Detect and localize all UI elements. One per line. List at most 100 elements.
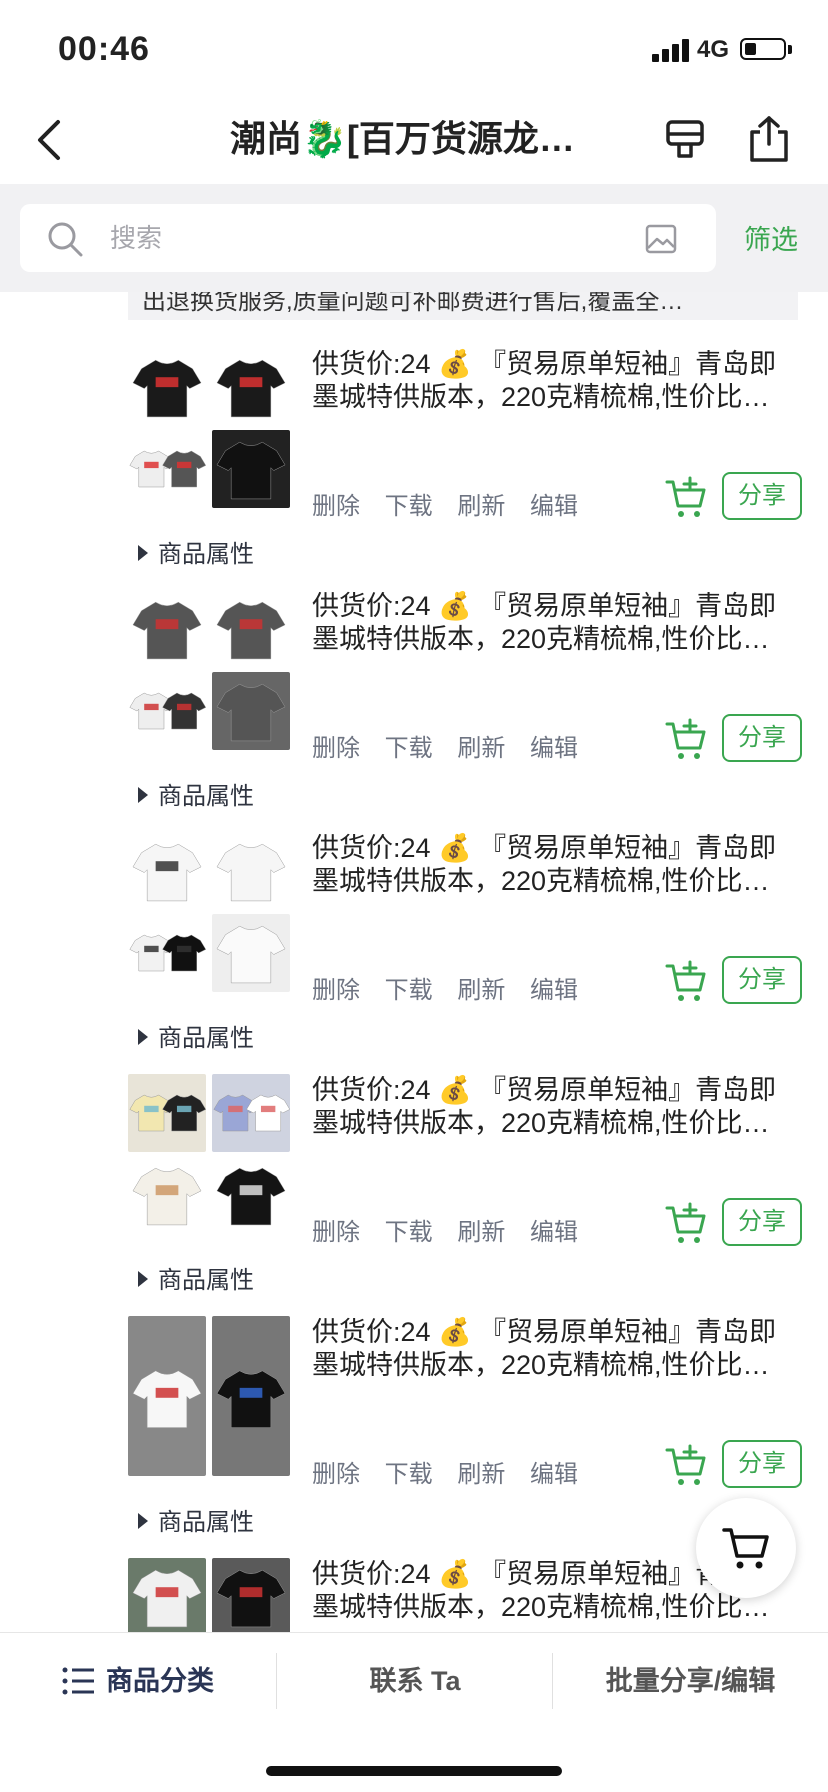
product-attributes-toggle[interactable]: 商品属性 bbox=[138, 1260, 254, 1295]
product-description[interactable]: 供货价:24 💰 『贸易原单短袖』青岛即 墨城特供版本，220克精梳棉,性价比… bbox=[312, 1316, 800, 1382]
delete-action[interactable]: 删除 bbox=[312, 1461, 360, 1488]
delete-action[interactable]: 删除 bbox=[312, 493, 360, 520]
edit-action[interactable]: 编辑 bbox=[530, 493, 578, 520]
nav-bar: 潮尚🐉[百万货源龙… bbox=[0, 96, 828, 184]
cart-add-icon[interactable] bbox=[664, 1202, 708, 1246]
product-thumbnail[interactable] bbox=[128, 914, 206, 992]
product-thumbnail[interactable] bbox=[128, 672, 206, 750]
edit-action[interactable]: 编辑 bbox=[530, 735, 578, 762]
floating-cart-button[interactable] bbox=[696, 1498, 796, 1598]
product-description[interactable]: 供货价:24 💰 『贸易原单短袖』青岛即 墨城特供版本，220克精梳棉,性价比… bbox=[312, 1074, 800, 1140]
share-button[interactable]: 分享 bbox=[722, 714, 802, 762]
refresh-action[interactable]: 刷新 bbox=[457, 1219, 505, 1246]
product-description[interactable]: 供货价:24 💰 『贸易原单短袖』青岛即 墨城特供版本，220克精梳棉,性价比… bbox=[312, 832, 800, 898]
product-description-line: 供货价:24 💰 『贸易原单短袖』青岛即 bbox=[312, 1317, 777, 1347]
download-action[interactable]: 下载 bbox=[385, 493, 433, 520]
search-icon bbox=[48, 222, 83, 257]
product-item[interactable]: 供货价:24 💰 『贸易原单短袖』青岛即 墨城特供版本，220克精梳棉,性价比…… bbox=[0, 332, 828, 574]
product-description-line: 墨城特供版本，220克精梳棉,性价比… bbox=[312, 866, 770, 896]
network-label: 4G bbox=[697, 36, 730, 63]
product-thumbnail[interactable] bbox=[212, 672, 290, 750]
product-thumbnail[interactable] bbox=[128, 1156, 206, 1234]
product-thumbnail[interactable] bbox=[128, 1074, 206, 1152]
caret-right-icon bbox=[138, 545, 148, 561]
bottom-tab-bar: 商品分类 联系 Ta 批量分享/编辑 bbox=[0, 1632, 828, 1729]
product-attributes-label: 商品属性 bbox=[158, 1267, 254, 1294]
product-description-line: 供货价:24 💰 『贸易原单短袖』青岛即 bbox=[312, 349, 777, 379]
product-thumbnail[interactable] bbox=[212, 914, 290, 992]
product-thumbnail[interactable] bbox=[212, 1156, 290, 1234]
product-description[interactable]: 供货价:24 💰 『贸易原单短袖』青岛即 墨城特供版本，220克精梳棉,性价比… bbox=[312, 348, 800, 414]
product-description-line: 墨城特供版本，220克精梳棉,性价比… bbox=[312, 1592, 770, 1622]
product-thumbnail[interactable] bbox=[212, 430, 290, 508]
delete-action[interactable]: 删除 bbox=[312, 977, 360, 1004]
product-thumbnail[interactable] bbox=[212, 1558, 290, 1632]
product-attributes-toggle[interactable]: 商品属性 bbox=[138, 776, 254, 811]
cart-add-icon[interactable] bbox=[664, 476, 708, 520]
cart-add-icon[interactable] bbox=[664, 1444, 708, 1488]
tab-category[interactable]: 商品分类 bbox=[0, 1633, 276, 1729]
product-thumbnail[interactable] bbox=[128, 832, 206, 910]
product-attributes-toggle[interactable]: 商品属性 bbox=[138, 534, 254, 569]
product-attributes-label: 商品属性 bbox=[158, 783, 254, 810]
product-item[interactable]: 供货价:24 💰 『贸易原单短袖』青岛即 墨城特供版本，220克精梳棉,性价比…… bbox=[0, 1058, 828, 1300]
product-attributes-label: 商品属性 bbox=[158, 1509, 254, 1536]
product-description[interactable]: 供货价:24 💰 『贸易原单短袖』青岛即 墨城特供版本，220克精梳棉,性价比… bbox=[312, 590, 800, 656]
list-icon bbox=[62, 1667, 94, 1695]
product-attributes-label: 商品属性 bbox=[158, 1025, 254, 1052]
product-actions: 删除 下载 刷新 编辑 bbox=[312, 486, 596, 521]
home-indicator bbox=[266, 1766, 562, 1776]
product-item[interactable]: 供货价:24 💰 『贸易原单短袖』青岛即 墨城特供版本，220克精梳棉,性价比…… bbox=[0, 574, 828, 816]
delete-action[interactable]: 删除 bbox=[312, 735, 360, 762]
product-list: 出退换货服务,质量问题可补邮费进行售后,覆盖全… 供货价:24 💰 『贸易原单短… bbox=[0, 292, 828, 1632]
refresh-action[interactable]: 刷新 bbox=[457, 735, 505, 762]
product-item[interactable]: 供货价:24 💰 『贸易原单短袖』青岛即 墨城特供版本，220克精梳棉,性价比…… bbox=[0, 816, 828, 1058]
tab-batch[interactable]: 批量分享/编辑 bbox=[553, 1633, 828, 1729]
product-item[interactable]: 供货价:24 💰 『贸易原单短袖』青岛即 墨城特供版本，220克精梳棉,性价比…… bbox=[0, 1300, 828, 1542]
product-thumbnail[interactable] bbox=[212, 590, 290, 668]
product-thumbnail[interactable] bbox=[212, 1316, 290, 1476]
product-thumbnail[interactable] bbox=[212, 832, 290, 910]
edit-action[interactable]: 编辑 bbox=[530, 1219, 578, 1246]
battery-tip bbox=[788, 45, 792, 54]
back-icon[interactable] bbox=[30, 116, 70, 164]
download-action[interactable]: 下载 bbox=[385, 735, 433, 762]
edit-action[interactable]: 编辑 bbox=[530, 1461, 578, 1488]
share-button[interactable]: 分享 bbox=[722, 1198, 802, 1246]
share-icon[interactable] bbox=[746, 114, 792, 164]
download-action[interactable]: 下载 bbox=[385, 1461, 433, 1488]
tab-contact[interactable]: 联系 Ta bbox=[277, 1633, 553, 1729]
download-action[interactable]: 下载 bbox=[385, 977, 433, 1004]
share-button[interactable]: 分享 bbox=[722, 472, 802, 520]
refresh-action[interactable]: 刷新 bbox=[457, 1461, 505, 1488]
refresh-action[interactable]: 刷新 bbox=[457, 493, 505, 520]
product-thumbnail[interactable] bbox=[212, 1074, 290, 1152]
product-attributes-toggle[interactable]: 商品属性 bbox=[138, 1018, 254, 1053]
product-thumbnail[interactable] bbox=[128, 1558, 206, 1632]
product-thumbnail[interactable] bbox=[212, 348, 290, 426]
product-thumbnail[interactable] bbox=[128, 590, 206, 668]
cart-add-icon[interactable] bbox=[664, 718, 708, 762]
product-actions: 删除 下载 刷新 编辑 bbox=[312, 1454, 596, 1489]
search-input[interactable]: 搜索 bbox=[20, 204, 716, 272]
signal-icon bbox=[652, 38, 692, 62]
tab-category-label: 商品分类 bbox=[106, 1666, 214, 1696]
print-icon[interactable] bbox=[662, 116, 708, 162]
product-attributes-label: 商品属性 bbox=[158, 541, 254, 568]
product-description-line: 墨城特供版本，220克精梳棉,性价比… bbox=[312, 1108, 770, 1138]
product-attributes-toggle[interactable]: 商品属性 bbox=[138, 1502, 254, 1537]
share-button[interactable]: 分享 bbox=[722, 956, 802, 1004]
product-thumbnail[interactable] bbox=[128, 1316, 206, 1476]
product-thumbnail[interactable] bbox=[128, 348, 206, 426]
caret-right-icon bbox=[138, 787, 148, 803]
filter-button[interactable]: 筛选 bbox=[744, 222, 798, 258]
cart-add-icon[interactable] bbox=[664, 960, 708, 1004]
share-button[interactable]: 分享 bbox=[722, 1440, 802, 1488]
delete-action[interactable]: 删除 bbox=[312, 1219, 360, 1246]
refresh-action[interactable]: 刷新 bbox=[457, 977, 505, 1004]
product-thumbnail[interactable] bbox=[128, 430, 206, 508]
product-actions: 删除 下载 刷新 编辑 bbox=[312, 1212, 596, 1247]
download-action[interactable]: 下载 bbox=[385, 1219, 433, 1246]
edit-action[interactable]: 编辑 bbox=[530, 977, 578, 1004]
image-search-icon[interactable] bbox=[644, 222, 678, 256]
